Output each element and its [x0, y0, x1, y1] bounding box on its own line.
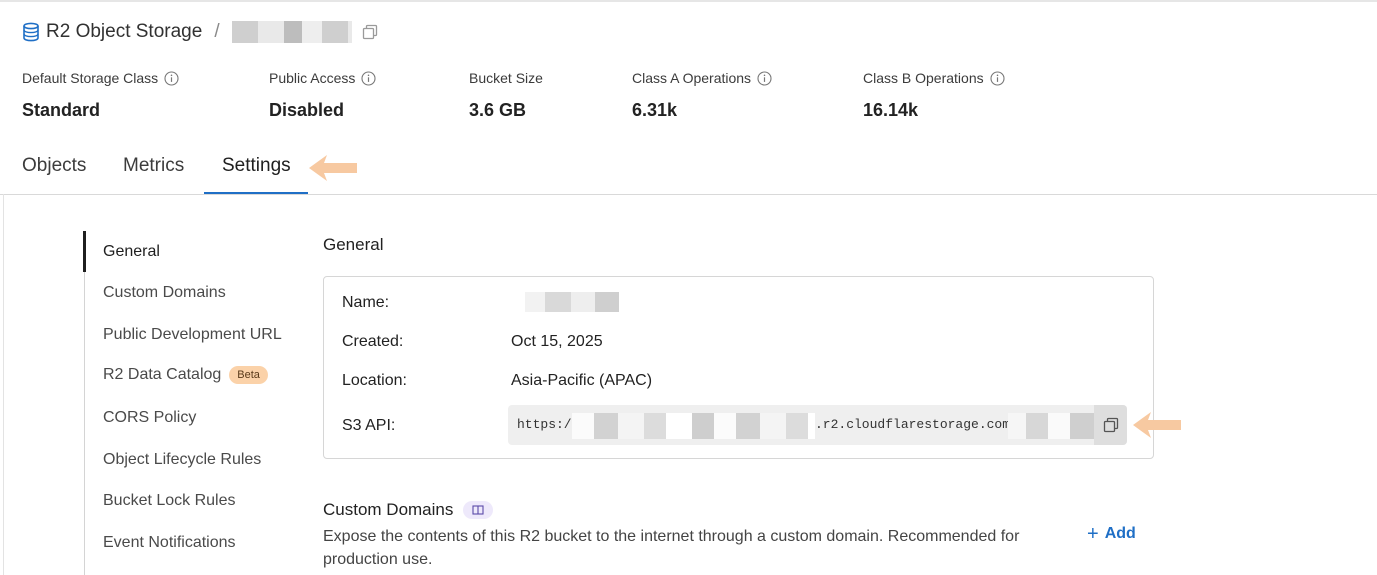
stat-label-class-b: Class B Operations [863, 70, 1005, 86]
side-nav-public-dev-url[interactable]: Public Development URL [103, 326, 282, 344]
stat-value-class-a: 6.31k [632, 100, 678, 120]
stat-label-public-access: Public Access [269, 70, 376, 86]
stat-value-bucket-size: 3.6 GB [469, 100, 527, 120]
tab-settings[interactable]: Settings [222, 155, 291, 177]
general-section-title: General [323, 235, 384, 254]
stat-label-storage-class: Default Storage Class [22, 70, 179, 86]
s3-api-label: S3 API: [342, 417, 396, 434]
breadcrumb-separator: / [214, 21, 220, 42]
copy-icon [1103, 417, 1118, 433]
side-nav-bucket-lock-rules[interactable]: Bucket Lock Rules [103, 492, 236, 510]
side-nav-lifecycle-rules[interactable]: Object Lifecycle Rules [103, 451, 261, 469]
breadcrumb: R2 Object Storage / [22, 18, 378, 46]
s3-api-prefix: https:// [517, 417, 580, 432]
bucket-name-redacted [231, 21, 352, 43]
stat-value-storage-class: Standard [22, 100, 101, 120]
s3-account-redacted [572, 413, 815, 439]
info-icon[interactable] [361, 70, 376, 86]
side-nav-rule [84, 231, 85, 575]
side-nav-data-catalog[interactable]: R2 Data Catalog Beta [103, 366, 268, 384]
plus-icon: + [1087, 523, 1099, 545]
book-icon[interactable] [463, 501, 494, 519]
info-icon[interactable] [990, 70, 1005, 86]
s3-api-domain: .r2.cloudflarestorage.com/ [815, 417, 1018, 432]
created-value: Oct 15, 2025 [511, 333, 603, 350]
add-custom-domain-button[interactable]: + Add [1087, 523, 1136, 545]
custom-domains-title: Custom Domains [323, 500, 494, 520]
created-label: Created: [342, 333, 404, 350]
arrow-left-icon [309, 155, 357, 181]
tab-objects[interactable]: Objects [22, 155, 86, 177]
side-nav-general[interactable]: General [103, 243, 160, 261]
top-border [0, 0, 1377, 2]
stat-value-class-b: 16.14k [863, 100, 919, 120]
location-value: Asia-Pacific (APAC) [511, 372, 653, 389]
database-icon [22, 22, 40, 42]
tabs-divider [0, 194, 1377, 195]
side-nav-custom-domains[interactable]: Custom Domains [103, 284, 226, 302]
side-nav-active-indicator [83, 231, 86, 272]
breadcrumb-root[interactable]: R2 Object Storage [46, 21, 202, 43]
info-icon[interactable] [757, 70, 772, 86]
name-value-redacted [525, 292, 619, 312]
side-nav-data-catalog-label: R2 Data Catalog [103, 366, 222, 383]
side-nav-cors-policy[interactable]: CORS Policy [103, 409, 196, 427]
stat-label-bucket-size: Bucket Size [469, 70, 543, 86]
beta-badge: Beta [229, 366, 268, 384]
info-icon[interactable] [164, 70, 179, 86]
location-label: Location: [342, 372, 407, 389]
stat-label-class-a: Class A Operations [632, 70, 772, 86]
copy-s3-button[interactable] [1094, 405, 1127, 445]
custom-domains-description: Expose the contents of this R2 bucket to… [323, 528, 1020, 568]
name-label: Name: [342, 294, 390, 311]
custom-domains-heading: Custom Domains [323, 500, 454, 519]
copy-icon[interactable] [362, 24, 378, 40]
content-left-border [3, 194, 4, 575]
stat-value-public-access: Disabled [269, 100, 345, 120]
tab-metrics[interactable]: Metrics [123, 155, 184, 177]
add-label: Add [1104, 525, 1136, 542]
side-nav-event-notifications[interactable]: Event Notifications [103, 534, 236, 552]
arrow-left-icon [1133, 412, 1181, 438]
s3-bucket-redacted [1008, 413, 1094, 439]
